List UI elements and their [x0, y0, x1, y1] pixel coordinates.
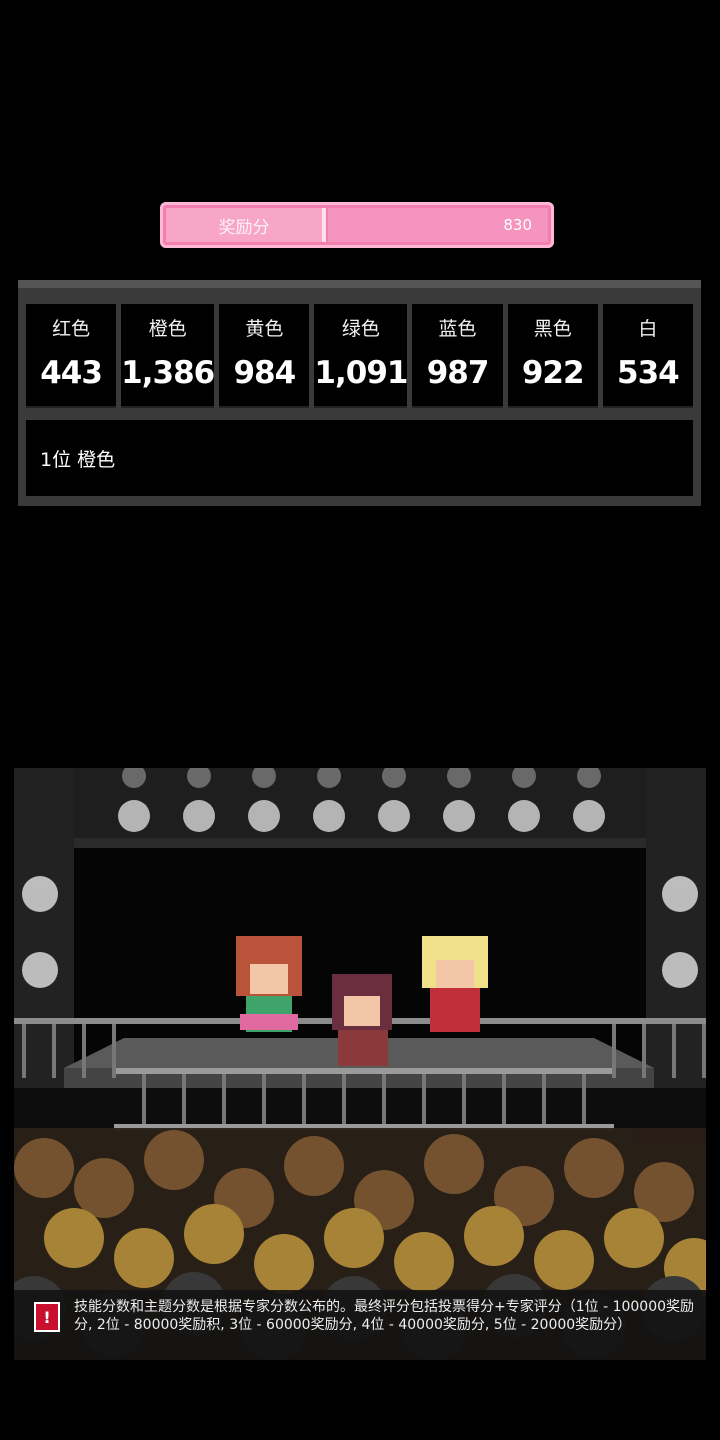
vote-results-panel: 红色 443 橙色 1,386 黄色 984 绿色 1,091 蓝色 987 黑… [18, 280, 701, 506]
color-name: 黑色 [533, 318, 572, 340]
vote-count: 987 [426, 355, 490, 391]
color-name: 白 [638, 318, 658, 340]
vote-column-blue: 蓝色 987 [412, 304, 503, 408]
vote-count: 534 [617, 355, 680, 391]
vote-column-orange: 橙色 1,386 [121, 304, 215, 408]
ranking-result: 1位 橙色 [26, 420, 693, 496]
vote-column-yellow: 黄色 984 [219, 304, 310, 408]
performer-right [422, 936, 488, 1032]
stage-illustration [14, 768, 706, 1360]
vote-column-green: 绿色 1,091 [314, 304, 408, 408]
reward-score-bar: 奖励分 830 [160, 202, 554, 248]
vote-column-white: 白 534 [602, 304, 693, 408]
rules-notice: ! 技能分数和主题分数是根据专家分数公布的。最终评分包括投票得分+专家评分（1位… [14, 1290, 706, 1360]
performer-center [332, 974, 392, 1066]
color-name: 绿色 [341, 318, 380, 340]
color-name: 黄色 [245, 318, 284, 340]
vote-count: 922 [521, 355, 585, 391]
vote-column-red: 红色 443 [26, 304, 117, 408]
vote-count: 443 [40, 355, 103, 391]
vote-column-black: 黑色 922 [507, 304, 598, 408]
vote-count: 984 [233, 355, 296, 391]
reward-label: 奖励分 [166, 208, 326, 242]
color-name: 蓝色 [438, 318, 477, 340]
vote-count: 1,091 [314, 355, 408, 391]
vote-count: 1,386 [121, 355, 215, 391]
color-name: 橙色 [148, 318, 187, 340]
color-name: 红色 [52, 318, 91, 340]
info-icon: ! [34, 1302, 60, 1332]
notice-text: 技能分数和主题分数是根据专家分数公布的。最终评分包括投票得分+专家评分（1位 -… [74, 1299, 695, 1333]
performer-left [236, 936, 302, 1032]
reward-value: 830 [328, 208, 548, 242]
concert-stage-scene [14, 768, 706, 1360]
